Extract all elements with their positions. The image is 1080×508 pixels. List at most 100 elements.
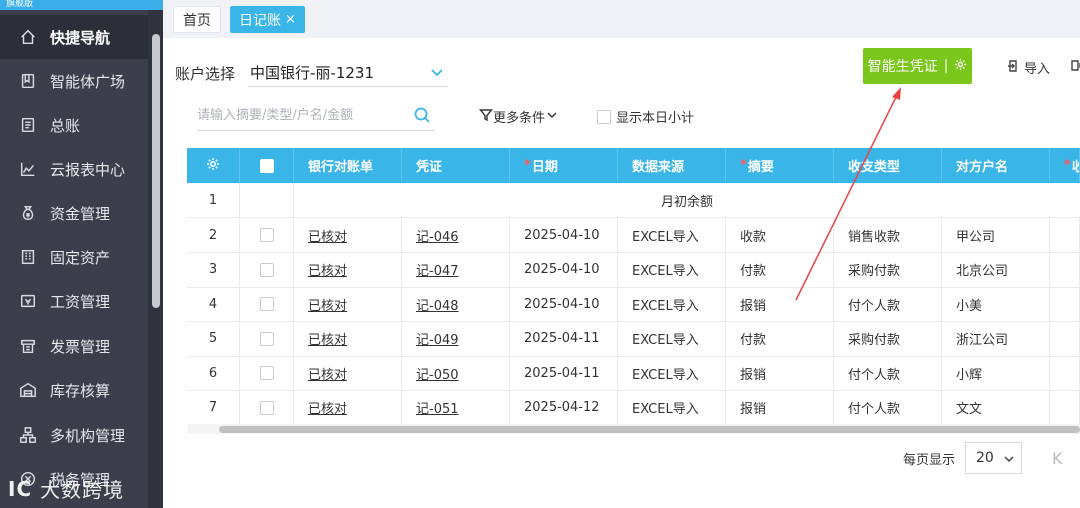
export-icon[interactable] — [1070, 58, 1080, 72]
voucher-link[interactable]: 记-047 — [416, 260, 459, 279]
header-income[interactable]: *收 — [1050, 148, 1080, 183]
account-select[interactable]: 中国银行-丽-1231 — [248, 59, 448, 87]
bank-statement-link[interactable]: 已核对 — [308, 295, 347, 314]
header-income-label: 收 — [1072, 156, 1079, 175]
row-number: 4 — [187, 287, 240, 322]
voucher-link[interactable]: 记-046 — [416, 226, 459, 245]
import-button[interactable]: 导入 — [1006, 58, 1050, 77]
watermark: IC 大数跨境 — [8, 474, 124, 503]
sidebar-item-invoice[interactable]: 发票管理 — [0, 324, 148, 368]
summary-cell: 付款 — [726, 252, 834, 288]
daily-subtotal-checkbox[interactable] — [597, 109, 611, 124]
watermark-text: 大数跨境 — [40, 478, 125, 502]
header-type[interactable]: 收支类型 — [834, 148, 942, 183]
invoice-icon — [18, 336, 38, 356]
tab-journal[interactable]: 日记账 × — [230, 6, 305, 33]
per-page-select[interactable]: 20 — [965, 442, 1023, 474]
search-input[interactable] — [197, 101, 397, 129]
sidebar-item-ledger[interactable]: 总账 — [0, 103, 148, 147]
table-row[interactable]: 3 已核对 记-047 2025-04-10 EXCEL导入 付款 采购付款 北京公司 — [187, 252, 1080, 288]
income-cell — [1050, 287, 1080, 322]
row-checkbox[interactable] — [259, 366, 274, 380]
sidebar-item-quick-nav[interactable]: 快捷导航 — [0, 15, 148, 59]
header-summary[interactable]: * 摘要 — [726, 148, 834, 183]
gear-icon[interactable] — [206, 157, 220, 175]
party-cell: 小美 — [942, 287, 1050, 322]
header-voucher[interactable]: 凭证 — [402, 148, 510, 183]
row-checkbox[interactable] — [259, 228, 274, 242]
sidebar-item-label: 总账 — [50, 116, 81, 135]
close-icon[interactable]: × — [285, 12, 296, 27]
type-cell: 销售收款 — [834, 218, 942, 253]
row-checkbox-cell — [240, 356, 294, 391]
column-settings[interactable] — [187, 148, 240, 183]
party-cell: 小辉 — [942, 356, 1050, 391]
date-cell: 2025-04-11 — [510, 321, 618, 357]
book-icon — [18, 71, 38, 91]
row-checkbox[interactable] — [259, 331, 274, 346]
row-checkbox[interactable] — [259, 262, 274, 277]
bank-statement-cell: 已核对 — [294, 321, 402, 357]
ledger-icon — [18, 115, 38, 135]
smart-voucher-button[interactable]: 智能生凭证 | — [863, 48, 972, 84]
date-cell: 2025-04-11 — [510, 356, 618, 391]
tab-home[interactable]: 首页 — [173, 6, 221, 33]
bank-statement-link[interactable]: 已核对 — [308, 364, 347, 383]
bank-statement-link[interactable]: 已核对 — [308, 226, 347, 245]
table-row[interactable]: 5 已核对 记-049 2025-04-11 EXCEL导入 付款 采购付款 浙江公司 — [187, 321, 1080, 357]
row-checkbox[interactable] — [259, 400, 274, 415]
voucher-link[interactable]: 记-048 — [416, 295, 459, 314]
chart-icon — [18, 159, 38, 179]
table-row[interactable]: 7 已核对 记-051 2025-04-12 EXCEL导入 报销 付个人款 文文 — [187, 390, 1080, 426]
party-cell: 浙江公司 — [942, 321, 1050, 357]
more-conditions-button[interactable]: 更多条件 — [479, 107, 559, 126]
sidebar-item-label: 快捷导航 — [50, 28, 111, 47]
bank-statement-link[interactable]: 已核对 — [308, 260, 347, 279]
daily-subtotal-toggle[interactable]: 显示本日小计 — [597, 107, 694, 126]
header-source[interactable]: 数据来源 — [618, 148, 726, 183]
header-party[interactable]: 对方户名 — [942, 148, 1050, 183]
row-number: 6 — [187, 356, 240, 391]
bank-statement-cell: 已核对 — [294, 390, 402, 426]
search-icon[interactable] — [413, 106, 431, 124]
select-all-checkbox[interactable] — [259, 158, 274, 173]
bank-statement-link[interactable]: 已核对 — [308, 329, 347, 348]
gear-icon[interactable] — [954, 58, 967, 75]
bank-statement-link[interactable]: 已核对 — [308, 398, 347, 417]
row-number: 5 — [187, 321, 240, 357]
watermark-logo: IC — [8, 476, 33, 501]
voucher-cell: 记-050 — [402, 356, 510, 391]
account-label: 账户选择 — [175, 65, 236, 83]
row-checkbox[interactable] — [259, 297, 274, 311]
table-hscroll[interactable] — [219, 426, 1080, 433]
header-bank-statement[interactable]: 银行对账单 — [294, 148, 402, 183]
table-row[interactable]: 2 已核对 记-046 2025-04-10 EXCEL导入 收款 销售收款 甲公司 — [187, 218, 1080, 253]
date-cell: 2025-04-10 — [510, 252, 618, 288]
required-mark: * — [740, 158, 747, 173]
sidebar-item-cloud-report[interactable]: 云报表中心 — [0, 147, 148, 191]
sidebar-item-salary[interactable]: 工资管理 — [0, 279, 148, 323]
daily-subtotal-label: 显示本日小计 — [616, 111, 695, 126]
sidebar-item-agent-plaza[interactable]: 智能体广场 — [0, 59, 148, 103]
table-row[interactable]: 4 已核对 记-048 2025-04-10 EXCEL导入 报销 付个人款 小美 — [187, 287, 1080, 322]
sidebar-item-inventory[interactable]: 库存核算 — [0, 368, 148, 412]
source-cell: EXCEL导入 — [618, 390, 726, 426]
voucher-link[interactable]: 记-049 — [416, 329, 459, 348]
sidebar-scrollbar[interactable] — [152, 34, 160, 308]
row-checkbox-cell — [240, 252, 294, 288]
voucher-link[interactable]: 记-051 — [416, 398, 459, 417]
warehouse-icon — [18, 380, 38, 400]
brand-strip: 旗舰版 — [0, 0, 163, 10]
source-cell: EXCEL导入 — [618, 287, 726, 322]
header-date[interactable]: * 日期 — [510, 148, 618, 183]
table-row[interactable]: 6 已核对 记-050 2025-04-11 EXCEL导入 报销 付个人款 小辉 — [187, 356, 1080, 391]
sidebar-item-multi-org[interactable]: 多机构管理 — [0, 413, 148, 457]
per-page-value: 20 — [976, 450, 994, 466]
voucher-link[interactable]: 记-050 — [416, 364, 459, 383]
row-checkbox-cell — [240, 321, 294, 357]
first-page-icon[interactable]: K — [1052, 449, 1063, 468]
row-number: 3 — [187, 252, 240, 288]
row-number: 2 — [187, 218, 240, 253]
sidebar-item-funds[interactable]: 资金管理 — [0, 191, 148, 235]
sidebar-item-fixed-assets[interactable]: 固定资产 — [0, 235, 148, 279]
